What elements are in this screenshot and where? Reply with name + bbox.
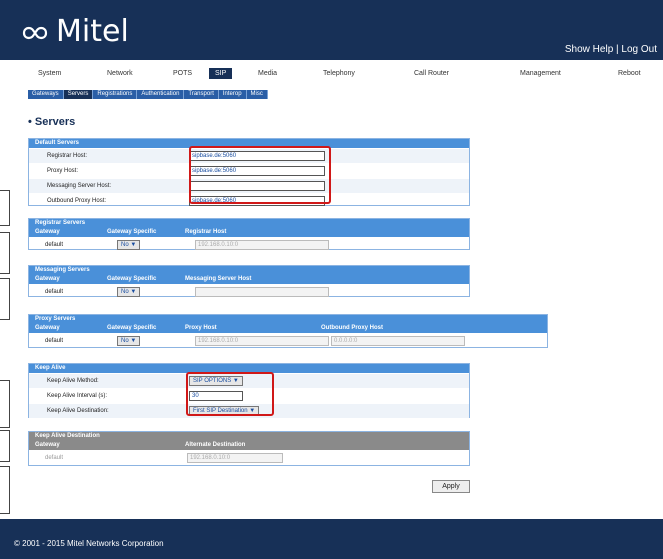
alternate-destination-cell: 192.168.0.10:0 [187, 453, 283, 463]
gateway-cell: default [45, 289, 64, 295]
col-registrar-host: Registrar Host [185, 229, 227, 235]
tab-servers[interactable]: Servers [63, 90, 94, 99]
proxy-servers-title: Proxy Servers [29, 315, 547, 324]
proxy-servers-header: Gateway Gateway Specific Proxy Host Outb… [29, 324, 547, 333]
page-title: • Servers [28, 116, 76, 128]
messaging-host-cell [195, 287, 329, 297]
side-tab [0, 380, 10, 428]
copyright-text: © 2001 - 2015 Mitel Networks Corporation [14, 539, 164, 548]
tab-authentication[interactable]: Authentication [137, 90, 185, 99]
keep-alive-method-label: Keep Alive Method: [47, 378, 99, 384]
nav-management[interactable]: Management [520, 68, 561, 79]
table-row: default No ▼ 192.168.0.10:0 [29, 237, 469, 252]
highlight-box [186, 372, 274, 416]
tab-interop[interactable]: Interop [219, 90, 247, 99]
highlight-box [189, 146, 331, 204]
gateway-specific-select[interactable]: No ▼ [117, 240, 141, 250]
col-gateway-specific: Gateway Specific [107, 276, 157, 282]
side-tab [0, 190, 10, 226]
keep-alive-interval-label: Keep Alive Interval (s): [47, 393, 108, 399]
registrar-host-cell: 192.168.0.10:0 [195, 240, 329, 250]
help-logout-links[interactable]: Show Help | Log Out [565, 44, 657, 55]
apply-button[interactable]: Apply [432, 480, 470, 493]
side-tab [0, 466, 10, 514]
proxy-servers-panel: Proxy Servers Gateway Gateway Specific P… [28, 314, 548, 348]
nav-reboot[interactable]: Reboot [618, 68, 641, 79]
gateway-specific-select[interactable]: No ▼ [117, 336, 141, 346]
tab-misc[interactable]: Misc [247, 90, 268, 99]
keep-alive-destination-title: Keep Alive Destination [29, 432, 469, 441]
messaging-servers-panel: Messaging Servers Gateway Gateway Specif… [28, 265, 470, 297]
proxy-host-label: Proxy Host: [47, 168, 79, 174]
col-messaging-host: Messaging Server Host [185, 276, 252, 282]
side-tab [0, 430, 10, 462]
col-outbound-proxy-host: Outbound Proxy Host [321, 325, 383, 331]
side-tab [0, 278, 10, 320]
footer-bar: © 2001 - 2015 Mitel Networks Corporation [0, 519, 663, 559]
messaging-host-label: Messaging Server Host: [47, 183, 112, 189]
main-nav: System Network POTS SIP Media Telephony … [10, 68, 658, 80]
col-gateway: Gateway [35, 442, 60, 448]
side-tab [0, 232, 10, 274]
table-row: default 192.168.0.10:0 [29, 450, 469, 465]
nav-network[interactable]: Network [107, 68, 133, 79]
col-gateway-specific: Gateway Specific [107, 325, 157, 331]
gateway-cell: default [45, 455, 64, 461]
nav-pots[interactable]: POTS [173, 68, 192, 79]
col-alternate-destination: Alternate Destination [185, 442, 246, 448]
gateway-cell: default [45, 338, 64, 344]
messaging-servers-title: Messaging Servers [29, 266, 469, 275]
col-gateway-specific: Gateway Specific [107, 229, 157, 235]
header-bar: Mitel Show Help | Log Out [0, 0, 663, 60]
gateway-specific-select[interactable]: No ▼ [117, 287, 141, 297]
brand-name: Mitel [56, 14, 129, 49]
keep-alive-destination-header: Gateway Alternate Destination [29, 441, 469, 450]
col-gateway: Gateway [35, 276, 60, 282]
nav-call-router[interactable]: Call Router [414, 68, 449, 79]
proxy-host-cell: 192.168.0.10:0 [195, 336, 329, 346]
col-gateway: Gateway [35, 229, 60, 235]
registrar-host-label: Registrar Host: [47, 153, 88, 159]
col-proxy-host: Proxy Host [185, 325, 217, 331]
tab-registrations[interactable]: Registrations [93, 90, 138, 99]
sub-nav: Gateways Servers Registrations Authentic… [28, 90, 268, 99]
keep-alive-dest-label: Keep Alive Destination: [47, 408, 109, 414]
nav-system[interactable]: System [38, 68, 61, 79]
mitel-logo-icon [22, 14, 48, 49]
keep-alive-destination-panel: Keep Alive Destination Gateway Alternate… [28, 431, 470, 466]
outbound-proxy-label: Outbound Proxy Host: [47, 198, 107, 204]
col-gateway: Gateway [35, 325, 60, 331]
tab-transport[interactable]: Transport [184, 90, 219, 99]
registrar-servers-header: Gateway Gateway Specific Registrar Host [29, 228, 469, 237]
gateway-cell: default [45, 242, 64, 248]
registrar-servers-title: Registrar Servers [29, 219, 469, 228]
tab-gateways[interactable]: Gateways [28, 90, 64, 99]
nav-telephony[interactable]: Telephony [323, 68, 355, 79]
nav-sip[interactable]: SIP [209, 68, 233, 79]
nav-media[interactable]: Media [258, 68, 277, 79]
outbound-proxy-cell: 0.0.0.0:0 [331, 336, 465, 346]
table-row: default No ▼ [29, 284, 469, 299]
messaging-servers-header: Gateway Gateway Specific Messaging Serve… [29, 275, 469, 284]
table-row: default No ▼ 192.168.0.10:0 0.0.0.0:0 [29, 333, 547, 348]
registrar-servers-panel: Registrar Servers Gateway Gateway Specif… [28, 218, 470, 250]
brand-logo: Mitel [22, 14, 129, 49]
